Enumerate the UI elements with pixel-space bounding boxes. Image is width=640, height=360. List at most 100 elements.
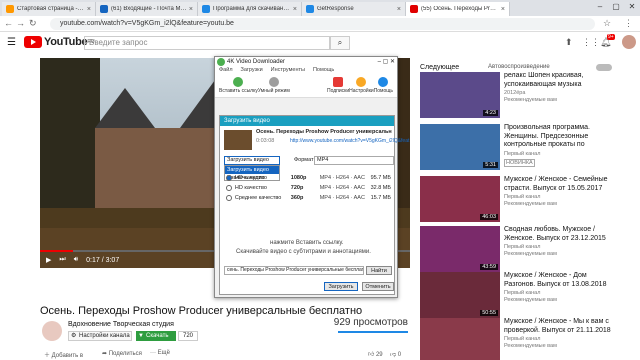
next-icon[interactable]: ⏭ [59,256,65,264]
tab-strip: Стартовая страница - визуальн× (61) Вход… [0,0,640,16]
reload-icon[interactable]: ↻ [29,18,37,29]
radio-icon [226,184,232,191]
maximize-icon[interactable]: ▢ [608,0,624,14]
quality-option[interactable]: HD качество 1080p MP4 · H264 · AAC 95.7 МБ [226,173,391,182]
rec-thumbnail[interactable]: 50:55 [420,272,500,318]
rec-item[interactable]: Мужское / Женское - Семейные страсти. Вы… [504,176,616,207]
browse-button[interactable]: Найти [366,266,392,275]
download-button[interactable]: ▼ Скачать [136,331,176,341]
more-button[interactable]: ··· Ещё [150,350,170,356]
dialog-duration: 0:03:08 [256,138,275,144]
url-field[interactable]: youtube.com/watch?v=V5gKGm_i2lQ&feature=… [50,18,595,30]
format-label: Формат: [294,157,316,163]
rec-thumbnail[interactable]: 5:31 [420,124,500,170]
search-input[interactable]: Введите запрос [84,36,330,50]
star-icon[interactable]: ☆ [603,18,611,29]
channel-name[interactable]: Вдохновение Творческая студия [68,321,174,328]
dislike-button[interactable]: 👎︎ 0 [390,350,401,358]
menu-file[interactable]: Файл [219,67,233,76]
rec-item[interactable]: Мужское / Женское - Дом Разгонов. Выпуск… [504,272,616,303]
plus-icon [233,77,244,87]
youtube-favicon-icon [410,5,418,13]
tools-icon [356,77,367,87]
youtube-header: ☰ YouTube RU Введите запрос ⌕ ⬆ ⋮⋮ 🔔︎ 9+ [0,32,640,54]
download-type-select[interactable]: Загрузить видео [224,156,280,165]
quality-option[interactable]: HD качество 720p MP4 · H264 · AAC 32.8 МБ [226,183,391,192]
autoplay-toggle[interactable] [596,64,612,71]
close-icon[interactable]: × [501,6,505,13]
help-button[interactable]: Помощь [374,76,393,97]
address-bar: ← → ↻ youtube.com/watch?v=V5gKGm_i2lQ&fe… [0,16,640,32]
menu-tools[interactable]: Инструменты [271,67,305,76]
channel-settings-button[interactable]: ⚙ Настройки канала [68,331,132,341]
app-hint-2: Скачивайте видео с субтитрами и аннотаци… [236,249,371,255]
subscriptions-button[interactable]: Подписки [327,76,349,97]
app-menu: Файл Загрузки Инструменты Помощь [215,67,397,76]
close-window-icon[interactable]: ✕ [624,0,640,14]
browser-tab[interactable]: Стартовая страница - визуальн× [2,2,96,16]
paste-link-button[interactable]: Вставить ссылку [219,76,258,97]
question-icon [378,77,389,87]
dialog-video-title: Осень. Переходы Proshow Producer универс… [256,129,392,135]
rec-item[interactable]: Сводная любовь. Мужское / Женское. Выпус… [504,226,616,257]
filename-input[interactable]: сень. Переходы Proshow Producer универса… [224,266,364,275]
forward-icon[interactable]: → [16,18,25,28]
quality-select[interactable]: 720 [178,331,198,341]
app-titlebar: 4K Video Downloader – ▢ ✕ [215,57,397,67]
search-icon[interactable]: ⌕ [330,36,350,50]
up-next-label: Следующее [420,64,460,71]
rec-item[interactable]: релакс Шопен красивая, успокаивающая муз… [504,72,616,103]
window-controls: – ▢ ✕ [592,0,640,14]
share-button[interactable]: ➦ Поделиться [102,350,142,357]
tab-favicon-icon [100,5,108,13]
menu-icon[interactable]: ⋮ [624,18,633,29]
quality-option[interactable]: Среднее качество 360p MP4 · H264 · AAC 15.7… [226,193,391,202]
browser-tab[interactable]: GetResponse × [302,2,406,16]
tab-favicon-icon [202,5,210,13]
view-count: 929 просмотров [333,317,408,328]
download-dialog: Загрузить видео Осень. Переходы Proshow … [219,115,409,295]
settings-button[interactable]: Настройки [349,76,374,97]
video-thumbnail [224,130,252,150]
channel-row: Вдохновение Творческая студия ⚙ Настройки… [40,317,410,345]
cancel-button[interactable]: Отменить [362,282,394,291]
close-icon[interactable]: × [397,6,401,13]
avatar[interactable] [622,35,636,49]
browser-tab-active[interactable]: (55) Осень. Переходы Proshow × [406,2,510,16]
format-select[interactable]: MP4 [314,156,394,165]
smart-mode-button[interactable]: Умный режим [258,76,290,97]
close-icon[interactable]: × [293,6,297,13]
app-logo-icon [217,58,225,66]
radio-icon [226,194,232,201]
app-window-controls[interactable]: – ▢ ✕ [378,57,395,67]
add-to-button[interactable]: ＋ Добавить в [44,350,83,359]
browser-tab[interactable]: (61) Входящие - Почта Mail.ru × [96,2,198,16]
channel-avatar[interactable] [42,321,62,341]
rec-thumbnail[interactable]: 43:59 [420,226,500,272]
rec-thumbnail[interactable]: 4:23 [420,72,500,118]
autoplay-label: Автовоспроизведение [488,64,550,70]
rec-thumbnail[interactable] [420,318,500,360]
close-icon[interactable]: × [189,6,193,13]
hamburger-icon[interactable]: ☰ [7,37,16,48]
rec-thumbnail[interactable]: 46:03 [420,176,500,222]
youtube-play-icon [24,36,42,48]
download-icon: ▼ [138,333,144,339]
minimize-icon[interactable]: – [592,0,608,14]
menu-downloads[interactable]: Загрузки [241,67,263,76]
radio-icon [226,174,232,181]
menu-help[interactable]: Помощь [313,67,334,76]
rec-item[interactable]: Мужское / Женское - Мы к вам с проверкой… [504,318,616,349]
dialog-link[interactable]: http://www.youtube.com/watch?v=V5gKGm_i2… [290,138,409,144]
rec-item[interactable]: Произвольная программа. Женщины. Предсез… [504,124,616,167]
like-button[interactable]: 👍︎ 29 [368,350,383,358]
browser-tab[interactable]: Программа для скачивания виде× [198,2,302,16]
apps-icon[interactable]: ⋮⋮ [582,37,600,48]
play-icon[interactable]: ▶ [46,256,51,264]
upload-icon[interactable]: ⬆ [565,37,573,48]
volume-icon[interactable]: 🔊︎ [74,256,78,264]
close-icon[interactable]: × [87,6,91,13]
download-button[interactable]: Загрузить [324,282,358,291]
app-hint-1: нажмите Вставить ссылку. [270,240,344,246]
back-icon[interactable]: ← [4,18,13,28]
